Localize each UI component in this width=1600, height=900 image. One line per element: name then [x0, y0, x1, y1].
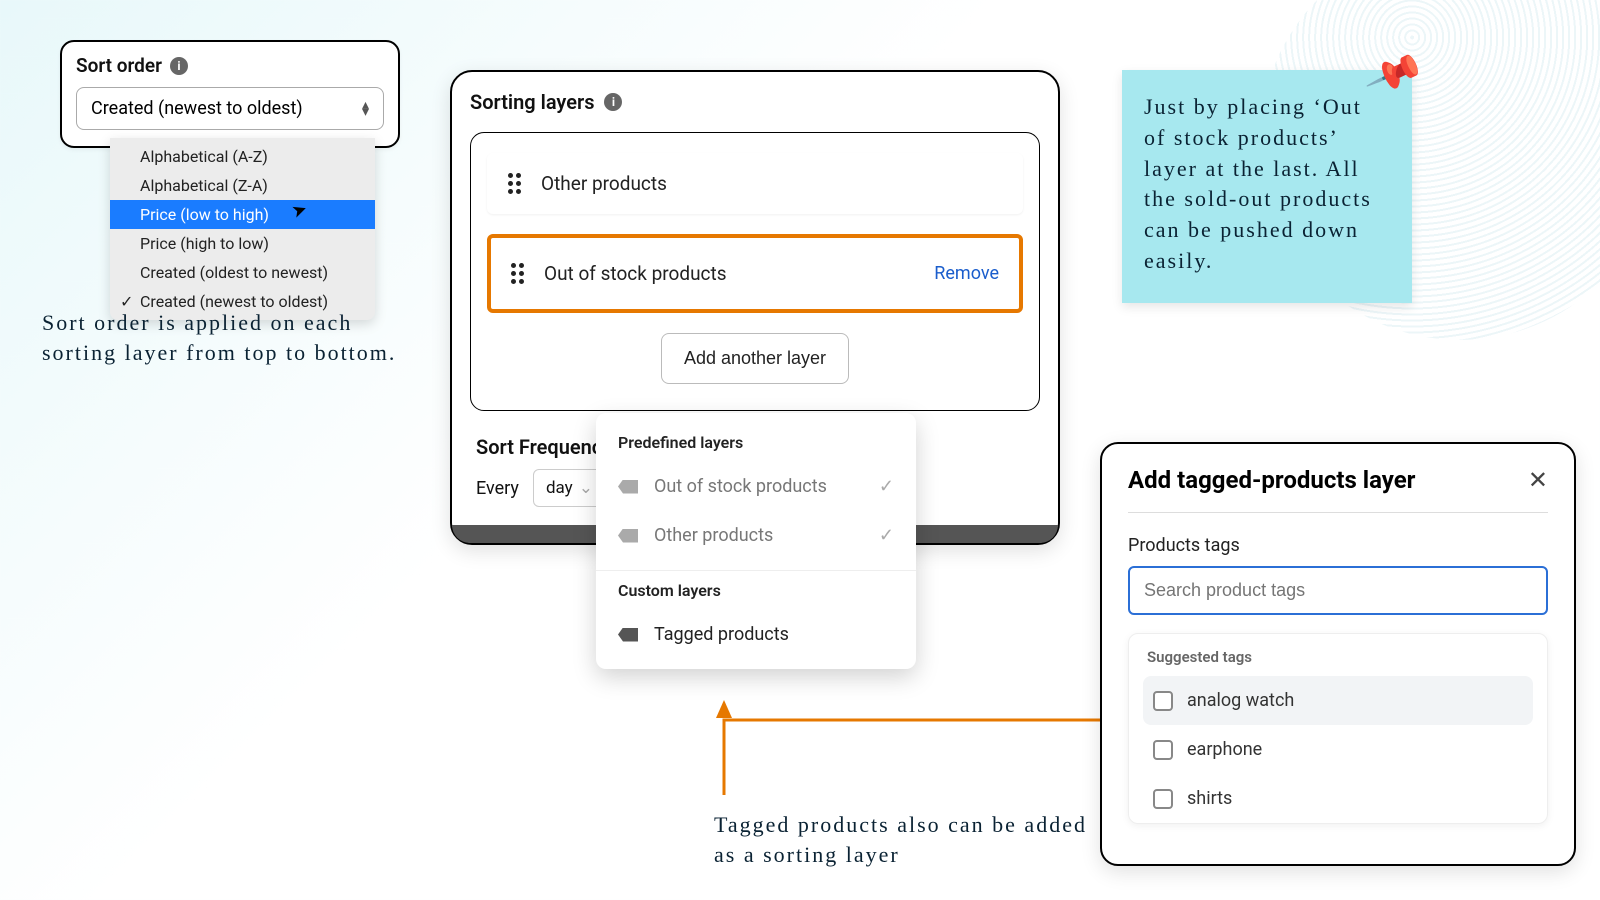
add-tagged-products-modal: Add tagged-products layer ✕ Products tag…	[1100, 442, 1576, 866]
add-layer-popover: Predefined layers Out of stock products …	[596, 413, 916, 669]
predefined-layer-option[interactable]: Out of stock products ✓	[596, 462, 916, 511]
sort-option[interactable]: Price (high to low)	[110, 229, 375, 258]
sort-order-card: Sort order i Created (newest to oldest) …	[60, 40, 400, 148]
tag-icon	[618, 529, 638, 543]
chevron-down-icon: ⌄	[579, 478, 593, 498]
sort-frequency-label: Sort Frequency	[476, 435, 612, 459]
sort-option[interactable]: Price (low to high)	[110, 200, 375, 229]
sort-option[interactable]: Alphabetical (A-Z)	[110, 142, 375, 171]
tag-option[interactable]: shirts	[1143, 774, 1533, 823]
check-icon: ✓	[879, 525, 894, 546]
modal-title: Add tagged-products layer	[1128, 466, 1415, 494]
checkbox[interactable]	[1153, 691, 1173, 711]
check-icon: ✓	[879, 476, 894, 497]
sticky-note: Just by placing ‘Out of stock products’ …	[1122, 70, 1412, 303]
layer-name: Other products	[541, 172, 667, 195]
remove-layer-link[interactable]: Remove	[934, 263, 999, 284]
suggested-tags-panel: Suggested tags analog watch earphone shi…	[1128, 633, 1548, 824]
drag-handle-icon[interactable]	[511, 263, 524, 284]
custom-layers-title: Custom layers	[596, 581, 916, 610]
arrow-annotation	[714, 700, 1114, 800]
search-tags-input[interactable]	[1128, 566, 1548, 615]
layers-container: Other products Out of stock products Rem…	[470, 132, 1040, 411]
annotation-sort-order: Sort order is applied on each sorting la…	[42, 308, 422, 367]
info-icon[interactable]: i	[170, 57, 188, 75]
sort-order-dropdown[interactable]: Alphabetical (A-Z) Alphabetical (Z-A) Pr…	[110, 138, 375, 320]
info-icon[interactable]: i	[604, 93, 622, 111]
tag-icon	[618, 480, 638, 494]
sorting-layers-title: Sorting layers	[470, 90, 594, 114]
tag-option[interactable]: earphone	[1143, 725, 1533, 774]
sort-option[interactable]: Alphabetical (Z-A)	[110, 171, 375, 200]
tag-label: earphone	[1187, 739, 1262, 760]
sort-order-select[interactable]: Created (newest to oldest) ▴▾	[76, 87, 384, 130]
predefined-layer-option[interactable]: Other products ✓	[596, 511, 916, 560]
option-label: Out of stock products	[654, 476, 827, 497]
tag-icon	[618, 628, 638, 642]
checkbox[interactable]	[1153, 789, 1173, 809]
suggested-tags-title: Suggested tags	[1143, 648, 1533, 666]
divider	[596, 570, 916, 571]
option-label: Tagged products	[654, 624, 789, 645]
tag-label: analog watch	[1187, 690, 1294, 711]
chevron-updown-icon: ▴▾	[362, 102, 369, 116]
tag-label: shirts	[1187, 788, 1232, 809]
add-layer-button[interactable]: Add another layer	[661, 333, 849, 384]
products-tags-label: Products tags	[1128, 535, 1548, 556]
annotation-tagged: Tagged products also can be added as a s…	[714, 810, 1094, 869]
sort-option[interactable]: Created (oldest to newest)	[110, 258, 375, 287]
close-icon[interactable]: ✕	[1528, 466, 1548, 494]
layer-item[interactable]: Other products	[487, 153, 1023, 214]
sort-order-selected: Created (newest to oldest)	[91, 98, 303, 119]
custom-layer-option[interactable]: Tagged products	[596, 610, 916, 659]
predefined-layers-title: Predefined layers	[596, 433, 916, 462]
drag-handle-icon[interactable]	[508, 173, 521, 194]
tag-option[interactable]: analog watch	[1143, 676, 1533, 725]
every-label: Every	[476, 478, 519, 499]
checkbox[interactable]	[1153, 740, 1173, 760]
layer-item-highlighted[interactable]: Out of stock products Remove	[487, 234, 1023, 313]
frequency-value: day	[546, 478, 573, 498]
sort-order-label: Sort order	[76, 54, 162, 77]
option-label: Other products	[654, 525, 773, 546]
layer-name: Out of stock products	[544, 262, 727, 285]
